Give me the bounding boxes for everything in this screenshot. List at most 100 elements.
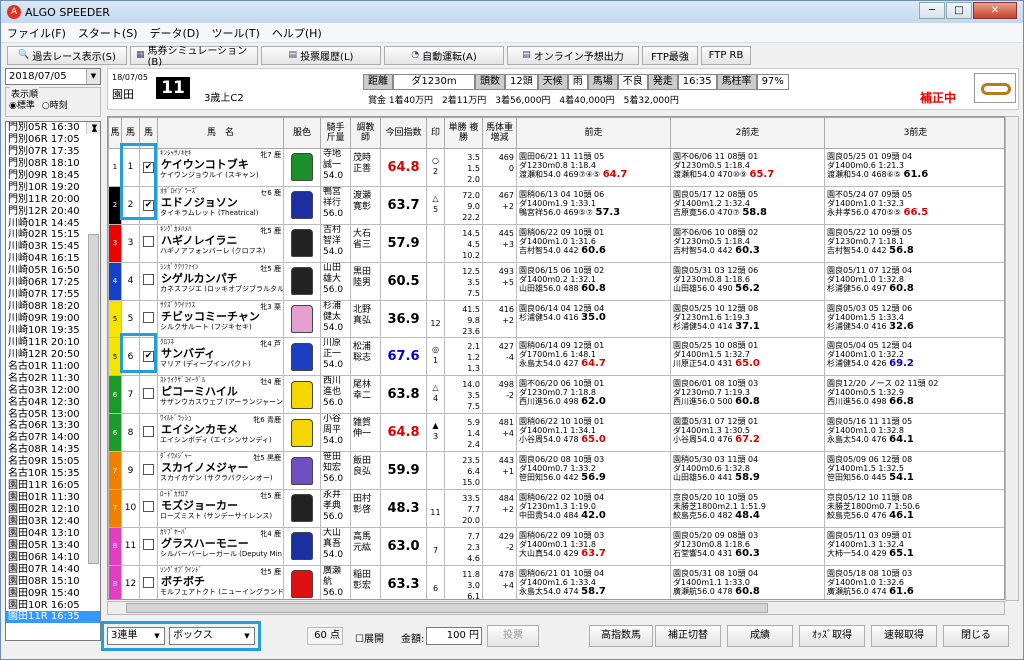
race-list-item[interactable]: 川崎03R 15:45 [6, 241, 100, 253]
mark[interactable] [426, 223, 445, 263]
radio-standard[interactable]: ◉標準 [9, 101, 35, 111]
race-list-item[interactable]: 名古02R 11:30 [6, 373, 100, 385]
table-vscrollbar[interactable] [1005, 116, 1019, 601]
race-list-item[interactable]: 門別06R 17:05 [6, 134, 100, 146]
race-list-item[interactable]: 園田03R 12:40 [6, 516, 100, 528]
horse-name-cell[interactable]: ｵﾎﾞﾛｲﾂﾞﾗｰｽﾞ セ6 鹿エドノジョソン タイキラムレット (Theatric… [157, 185, 284, 225]
race-list-item[interactable]: 門別12R 20:40 [6, 206, 100, 218]
minimize-button[interactable]: ─ [919, 2, 945, 19]
scroll-thumb[interactable] [88, 234, 99, 564]
select-checkbox[interactable] [139, 489, 158, 528]
race-list-item[interactable]: 園田11R 16:35 [6, 611, 100, 624]
checkbox[interactable] [143, 312, 154, 323]
race-list[interactable]: 門別05R 16:30 門別06R 17:05 門別07R 17:35 門別08R 1… [5, 121, 101, 641]
horse-row[interactable]: 8 12 ｿﾝｸﾞｵﾌﾞｳｲﾝﾄﾞ 牡5 鹿ボチボチ モルフェアトクト (ニューイン… [108, 564, 1004, 599]
race-list-item[interactable]: 園田11R 16:05 [6, 480, 100, 492]
mark[interactable] [426, 451, 445, 491]
race-list-item[interactable]: 川崎12R 20:50 [6, 349, 100, 361]
checkbox[interactable] [143, 501, 154, 513]
expand-checkbox[interactable]: ☐展開 [355, 630, 384, 645]
vote-history-button[interactable]: ▤ 投票履歴(L) [261, 45, 381, 65]
horse-row[interactable]: 7 9 ﾀﾞｲﾜﾒｼﾞｬｰ 牡5 黒鹿 スカイノメジャー スカイカゲン (サクラバクシ… [108, 451, 1004, 491]
horse-name-cell[interactable]: ｼﾝｶﾞｸｸﾘﾌｧｲﾝ 牡5 鹿シゲルカンパチ カネスフジエ (ロッキオブジブラルタ… [157, 261, 284, 301]
menu-file[interactable]: ファイル(F) [1, 25, 72, 41]
race-list-item[interactable]: 川崎08R 18:20 [6, 301, 100, 313]
horse-row[interactable]: 5 6 ✔ ｸﾛﾌﾈ 牝4 芦サンバディ マリア (ディープインパクト) 川原 正一… [108, 337, 1004, 377]
race-list-item[interactable]: 園田01R 11:30 [6, 492, 100, 504]
mark[interactable]: △ 4 [426, 375, 445, 415]
race-list-item[interactable]: 園田02R 12:10 [6, 504, 100, 516]
maximize-button[interactable]: □ [946, 2, 972, 19]
race-list-item[interactable]: 名古06R 13:30 [6, 420, 100, 432]
horse-name-cell[interactable]: ｸﾛﾌﾈ 牝4 芦サンバディ マリア (ディープインパクト) [157, 337, 284, 377]
race-list-item[interactable]: 川崎06R 17:25 [6, 277, 100, 289]
horse-row[interactable]: 3 3 ｷﾝｸﾞｶﾒﾊﾒﾊ 牝5 鹿ハギノレイラニ ハギノアフォンバーレ (クロフネ… [108, 223, 1004, 263]
scroll-down-icon[interactable]: ▼ [87, 122, 100, 134]
table-hscrollbar[interactable] [107, 601, 1005, 615]
checkbox[interactable] [143, 463, 154, 475]
race-list-item[interactable]: 名古05R 13:00 [6, 409, 100, 421]
checkbox[interactable] [143, 425, 154, 437]
race-list-item[interactable]: 門別08R 18:10 [6, 158, 100, 170]
online-output-button[interactable]: ▤ オンライン予想出力 [507, 45, 639, 65]
checkbox[interactable] [143, 387, 154, 399]
race-list-item[interactable]: 川崎11R 20:10 [6, 337, 100, 349]
horse-row[interactable]: 7 10 ﾛｰﾄﾞｶﾅﾛｱ 牡5 鹿モズジョーカー ローズミスト (サンデーサイレン… [108, 489, 1004, 528]
select-checkbox[interactable] [139, 526, 158, 566]
mark[interactable]: 7 [426, 526, 445, 566]
race-list-item[interactable]: 川崎09R 19:00 [6, 313, 100, 325]
race-list-item[interactable]: 園田06R 14:10 [6, 552, 100, 564]
horse-row[interactable]: 6 8 ﾜｲﾙﾄﾞﾗｯｼｭ 牝6 青鹿 エイシンカモメ エイシンボディ (エイシンサン… [108, 413, 1004, 453]
close-window-button[interactable]: 閉じる [943, 625, 1009, 647]
race-list-item[interactable]: 川崎05R 16:50 [6, 265, 100, 277]
date-select[interactable]: 2018/07/05 ▼ [5, 68, 101, 85]
race-list-item[interactable]: 園田05R 13:40 [6, 540, 100, 552]
horse-row[interactable]: 1 1 ✔ ｷﾝｼｬｻﾉｷｾｷ 牝7 鹿ケイウンコトブキ ケイウンジョウルイ (スキ… [108, 148, 1004, 187]
race-list-item[interactable]: 名古03R 12:00 [6, 385, 100, 397]
race-list-item[interactable]: 園田08R 15:10 [6, 576, 100, 588]
race-list-item[interactable]: 名古04R 12:30 [6, 397, 100, 409]
hscroll-thumb[interactable] [126, 603, 768, 613]
ftp-rb-button[interactable]: FTP RB [701, 45, 751, 65]
race-list-scrollbar[interactable]: ▲ ▼ [86, 122, 100, 564]
vote-button[interactable]: 投票 [487, 625, 539, 647]
race-list-item[interactable]: 川崎04R 16:15 [6, 253, 100, 265]
horse-row[interactable]: 4 4 ｼﾝｶﾞｸｸﾘﾌｧｲﾝ 牡5 鹿シゲルカンパチ カネスフジエ (ロッキオブジ… [108, 261, 1004, 301]
horse-name-cell[interactable]: ﾛｰﾄﾞｶﾅﾛｱ 牡5 鹿モズジョーカー ローズミスト (サンデーサイレンス) [157, 489, 284, 528]
horse-row[interactable]: 5 5 ｻｸｽﾞｸｳｲﾂﾗｽ 牝3 栗チビッコミーチャン シルクサルート (フジキセ… [108, 299, 1004, 339]
menu-data[interactable]: データ(D) [144, 25, 206, 41]
horse-name-cell[interactable]: ｷﾝｼｬｻﾉｷｾｷ 牝7 鹿ケイウンコトブキ ケイウンジョウルイ (スキャン) [157, 148, 284, 187]
bet-mode-select[interactable]: ボックス ▼ [169, 627, 255, 645]
race-list-item[interactable]: 門別09R 18:45 [6, 170, 100, 182]
high-index-button[interactable]: 高指数馬 [589, 625, 653, 647]
horse-name-cell[interactable]: ｽﾄﾗｲｸｻﾞｺｲｰｸﾞﾙ 牡4 鹿ピコーミハイル サザンウカスウェブ (アーランジ… [157, 375, 284, 415]
past-race-button[interactable]: 🔍 過去レース表示(S) [7, 45, 127, 65]
race-list-item[interactable]: 名古01R 11:00 [6, 361, 100, 373]
checkbox[interactable] [143, 577, 154, 589]
race-list-item[interactable]: 川崎07R 17:55 [6, 289, 100, 301]
menu-tools[interactable]: ツール(T) [206, 25, 266, 41]
horse-name-cell[interactable]: ﾀﾞｲﾜﾒｼﾞｬｰ 牡5 黒鹿 スカイノメジャー スカイカゲン (サクラバクシンオー) [157, 451, 284, 491]
mark[interactable]: 6 [426, 564, 445, 599]
mark[interactable]: 11 [426, 489, 445, 528]
race-list-item[interactable]: 川崎01R 14:45 [6, 218, 100, 230]
mark[interactable]: 12 [426, 299, 445, 339]
correction-toggle-button[interactable]: 補正切替 [655, 625, 721, 647]
horse-name-cell[interactable]: ﾜｲﾙﾄﾞﾗｯｼｭ 牝6 青鹿 エイシンカモメ エイシンボディ (エイシンサンディ) [157, 413, 284, 453]
race-list-item[interactable]: 園田07R 14:40 [6, 564, 100, 576]
checkbox[interactable] [143, 236, 154, 248]
ftp-saikyo-button[interactable]: FTP最強 [642, 45, 698, 65]
race-list-item[interactable]: 門別10R 19:20 [6, 182, 100, 194]
horse-row[interactable]: 6 7 ｽﾄﾗｲｸｻﾞｺｲｰｸﾞﾙ 牡4 鹿ピコーミハイル サザンウカスウェブ (ア… [108, 375, 1004, 415]
race-list-item[interactable]: 川崎10R 19:35 [6, 325, 100, 337]
radio-time[interactable]: ○時刻 [42, 101, 68, 111]
select-checkbox[interactable] [139, 564, 158, 599]
mark[interactable]: △ 5 [426, 185, 445, 225]
amount-field[interactable]: 100 円 [426, 627, 482, 645]
odds-fetch-button[interactable]: ｵｯｽﾞ取得 [799, 625, 865, 647]
select-checkbox[interactable] [139, 451, 158, 491]
flash-fetch-button[interactable]: 速報取得 [871, 625, 937, 647]
menu-help[interactable]: ヘルプ(H) [266, 25, 328, 41]
bet-type-select[interactable]: 3連単 ▼ [107, 627, 165, 645]
mark[interactable]: ◎ 1 [426, 337, 445, 377]
